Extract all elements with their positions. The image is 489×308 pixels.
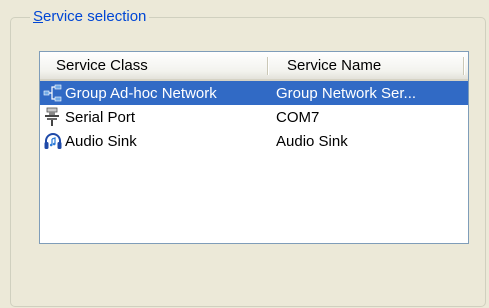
legend-accelerator: S	[33, 8, 44, 25]
cell-service-name: Audio Sink	[276, 132, 348, 150]
cell-service-name: COM7	[276, 108, 320, 126]
service-class-text: Serial Port	[65, 108, 136, 126]
list-row-audio-sink[interactable]: Audio Sink Audio Sink	[40, 129, 468, 153]
cell-service-class: Serial Port	[40, 107, 276, 127]
column-header-service-name[interactable]: Service Name	[269, 52, 468, 79]
network-icon	[43, 84, 62, 102]
cell-service-class: Audio Sink	[40, 131, 276, 151]
headphones-icon	[44, 133, 62, 149]
service-class-text: Group Ad-hoc Network	[65, 84, 217, 102]
service-list[interactable]: Service Class Service Name Group Ad-hoc …	[39, 51, 469, 244]
cell-service-name: Group Network Ser...	[276, 84, 417, 102]
service-class-text: Audio Sink	[65, 132, 137, 150]
legend-text: ervice selection	[43, 8, 147, 25]
list-row-group-ad-hoc-network[interactable]: Group Ad-hoc Network Group Network Ser..…	[40, 81, 468, 105]
service-selection-legend: Service selection	[30, 8, 150, 26]
list-header: Service Class Service Name	[40, 52, 468, 81]
list-row-serial-port[interactable]: Serial Port COM7	[40, 105, 468, 129]
cell-service-class: Group Ad-hoc Network	[40, 83, 276, 103]
serial-port-icon	[45, 107, 59, 126]
column-header-service-class[interactable]: Service Class	[40, 52, 269, 79]
